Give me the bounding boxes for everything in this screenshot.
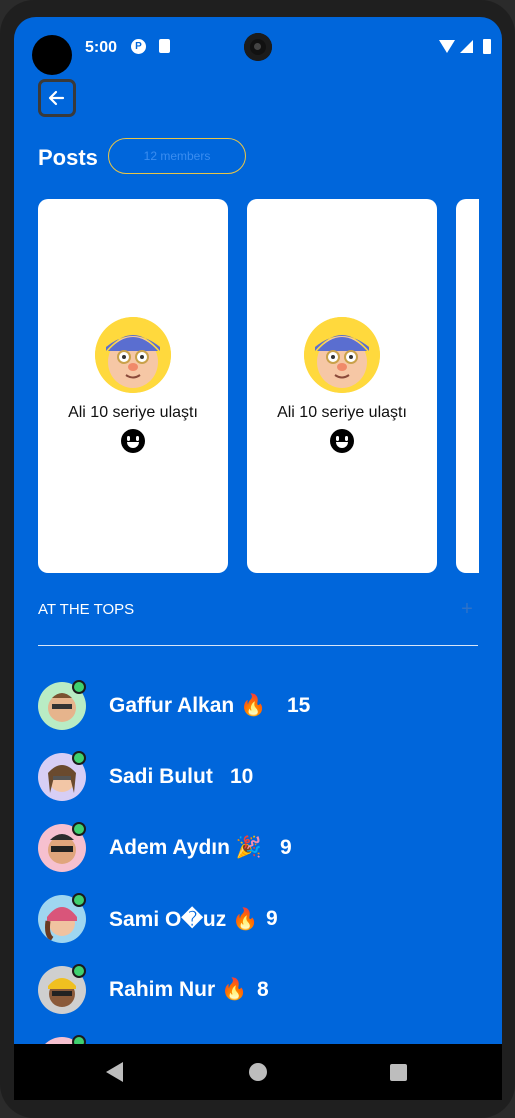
- nav-back-icon[interactable]: [106, 1062, 123, 1082]
- leaderboard-row[interactable]: Adem Aydın 🎉 9: [38, 822, 478, 874]
- online-indicator: [72, 680, 86, 694]
- page-title: Posts: [38, 145, 98, 170]
- battery-icon: [483, 39, 491, 54]
- member-score: 8: [257, 978, 269, 1001]
- back-button[interactable]: [38, 79, 76, 117]
- member-name: Sami O�uz 🔥: [109, 908, 259, 931]
- smile-icon: [330, 429, 354, 453]
- post-card[interactable]: Ali 10 seriye ulaştı: [247, 199, 437, 573]
- post-card[interactable]: Ali 10 seriye ulaştı: [38, 199, 228, 573]
- member-score: 15: [287, 694, 311, 717]
- member-score: 9: [280, 836, 292, 859]
- notification-icon: P: [131, 39, 146, 54]
- online-indicator: [72, 964, 86, 978]
- status-dot: [32, 35, 72, 75]
- member-name: Rahim Nur 🔥: [109, 978, 248, 1001]
- sd-card-icon: [159, 39, 170, 53]
- nav-home-icon[interactable]: [249, 1063, 267, 1081]
- leaderboard-row[interactable]: Gaffur Alkan 🔥 15: [38, 680, 478, 732]
- online-indicator: [72, 893, 86, 907]
- member-name: Sadi Bulut: [109, 765, 213, 788]
- member-name: Adem Aydın 🎉: [109, 836, 262, 859]
- post-caption: Ali 10 seriye ulaştı: [68, 404, 198, 421]
- nav-recents-icon[interactable]: [390, 1064, 407, 1081]
- app-screen: 5:00 P Posts 12 members Ali 10 seriye ul…: [14, 17, 502, 1100]
- wifi-icon: [439, 40, 455, 53]
- members-button[interactable]: 12 members: [108, 138, 246, 174]
- leaderboard-row[interactable]: Sadi Bulut 10: [38, 751, 478, 803]
- leaderboard-row[interactable]: Rahim Nur 🔥 8: [38, 964, 478, 1016]
- section-label: AT THE TOPS: [38, 601, 135, 618]
- online-indicator: [72, 751, 86, 765]
- status-bar: 5:00 P: [14, 17, 502, 77]
- post-card-partial[interactable]: [456, 199, 479, 573]
- signal-icon: [460, 40, 473, 53]
- post-caption: Ali 10 seriye ulaştı: [277, 404, 407, 421]
- status-time: 5:00: [85, 39, 118, 56]
- memoji-avatar: [95, 317, 171, 393]
- posts-carousel[interactable]: Ali 10 seriye ulaştı Ali 10 seriye ulaşt…: [38, 199, 479, 573]
- member-score: 10: [230, 765, 254, 788]
- arrow-left-icon: [48, 90, 65, 106]
- memoji-avatar: [304, 317, 380, 393]
- member-name: Gaffur Alkan 🔥: [109, 694, 267, 717]
- front-camera: [244, 33, 272, 61]
- divider: [38, 645, 478, 646]
- smile-icon: [121, 429, 145, 453]
- online-indicator: [72, 822, 86, 836]
- system-nav-bar: [14, 1044, 502, 1100]
- leaderboard-row[interactable]: Sami O�uz 🔥 9: [38, 893, 478, 945]
- plus-icon[interactable]: +: [457, 599, 477, 619]
- member-score: 9: [266, 907, 278, 930]
- phone-frame: 5:00 P Posts 12 members Ali 10 seriye ul…: [0, 0, 515, 1118]
